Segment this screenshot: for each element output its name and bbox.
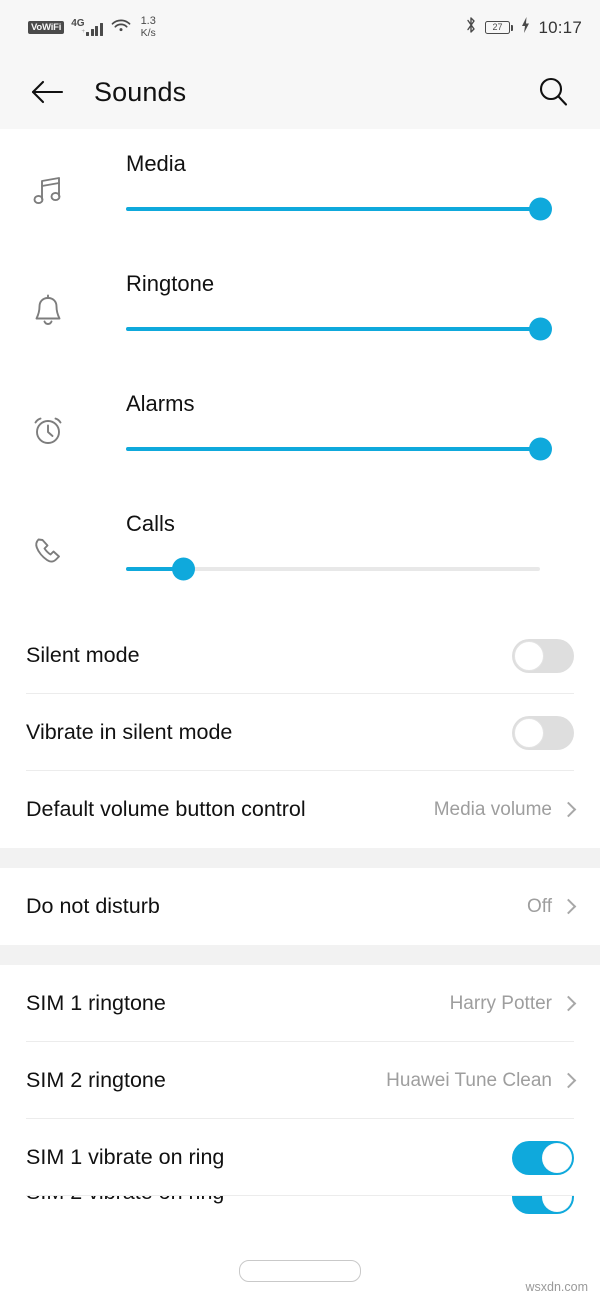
bell-icon [26,289,70,333]
battery-indicator: 27 [484,21,514,34]
volume-row-alarms: Alarms [0,377,600,497]
charging-bolt-icon [521,17,530,38]
signal-bars-icon [86,22,103,36]
battery-body: 27 [484,21,510,34]
row-label: SIM 2 vibrate on ring [26,1196,512,1205]
toggle-knob [542,1196,572,1212]
slider-fill [126,327,540,331]
row-label: Vibrate in silent mode [26,720,233,744]
network-type-label: 4G [71,18,85,29]
status-bar-left: VoWiFi 4G + 1.3 K/s [28,14,156,39]
row-label: SIM 2 ringtone [26,1068,166,1092]
row-silent-mode[interactable]: Silent mode [0,617,600,694]
slider-thumb[interactable] [172,557,196,581]
data-speed-unit: K/s [140,26,156,39]
silent-mode-toggle[interactable] [512,638,574,673]
status-bar-clock: 10:17 [538,17,582,37]
slider-thumb[interactable] [528,317,552,341]
slider-thumb[interactable] [528,437,552,461]
toggle-knob [514,640,544,671]
volume-row-media: Media [0,137,600,257]
back-arrow-icon[interactable] [26,71,68,113]
vowifi-badge: VoWiFi [28,21,65,34]
row-sim-1-ringtone[interactable]: SIM 1 ringtone Harry Potter [0,965,600,1042]
row-label: Silent mode [26,643,140,667]
slider-fill [126,207,540,211]
volume-slider-calls[interactable] [126,557,540,581]
row-vibrate-in-silent-mode[interactable]: Vibrate in silent mode [0,694,600,771]
section-gap [0,848,600,868]
section-gap [0,945,600,965]
volume-row-calls: Calls [0,497,600,617]
row-label: Default volume button control [26,797,306,821]
row-do-not-disturb[interactable]: Do not disturb Off [0,868,600,945]
music-note-icon [26,169,70,213]
battery-percent-label: 27 [492,22,503,32]
row-sim-2-ringtone[interactable]: SIM 2 ringtone Huawei Tune Clean [0,1042,600,1119]
sim-2-vibrate-on-ring-toggle[interactable] [512,1196,574,1214]
volume-slider-alarms[interactable] [126,437,552,461]
volume-sliders-area: Media Ringtone Alarms Calls [0,129,600,617]
volume-label-media: Media [126,151,186,176]
row-default-volume-button-control[interactable]: Default volume button control Media volu… [0,771,600,848]
navigation-bar [0,1242,600,1300]
toggle-knob [542,1142,572,1173]
volume-slider-ringtone[interactable] [126,317,552,341]
row-value: Harry Potter [449,992,552,1014]
row-value: Huawei Tune Clean [386,1069,552,1091]
data-speed-indicator: 1.3 K/s [140,14,156,39]
settings-section-dnd: Do not disturb Off [0,868,600,945]
chevron-right-icon [562,897,574,917]
slider-fill [126,447,540,451]
mobile-network-indicator: 4G + [71,18,103,36]
row-label: SIM 1 vibrate on ring [26,1145,225,1169]
row-sim-2-vibrate-on-ring[interactable]: SIM 2 vibrate on ring [0,1196,600,1236]
volume-label-calls: Calls [126,511,175,536]
chevron-right-icon [562,994,574,1014]
network-plus-label: + [81,29,86,35]
watermark: wsxdn.com [525,1280,588,1294]
home-pill-icon[interactable] [239,1260,361,1282]
bluetooth-icon [465,16,477,39]
settings-section-general: Silent mode Vibrate in silent mode Defau… [0,617,600,848]
settings-section-sim: SIM 1 ringtone Harry Potter SIM 2 ringto… [0,965,600,1236]
app-bar: Sounds [0,55,600,129]
status-bar: VoWiFi 4G + 1.3 K/s 27 10:17 [0,0,600,55]
chevron-right-icon [562,800,574,820]
row-value: Off [527,895,552,917]
volume-label-alarms: Alarms [126,391,195,416]
row-label: SIM 1 ringtone [26,991,166,1015]
volume-slider-media[interactable] [126,197,552,221]
volume-row-ringtone: Ringtone [0,257,600,377]
data-speed-value: 1.3 [140,14,156,27]
search-icon[interactable] [532,71,574,113]
toggle-knob [514,717,544,748]
phone-icon [26,529,70,573]
sim-1-vibrate-on-ring-toggle[interactable] [512,1140,574,1175]
phone-screen: VoWiFi 4G + 1.3 K/s 27 10:17 Sounds Medi… [0,0,600,1300]
status-bar-right: 27 10:17 [465,16,582,39]
chevron-right-icon [562,1071,574,1091]
row-value: Media volume [433,798,552,820]
battery-cap [510,24,514,31]
volume-label-ringtone: Ringtone [126,271,215,296]
wifi-icon [110,17,132,38]
slider-thumb[interactable] [528,197,552,221]
alarm-clock-icon [26,409,70,453]
vibrate-in-silent-mode-toggle[interactable] [512,715,574,750]
page-title: Sounds [94,76,187,107]
row-label: Do not disturb [26,894,160,918]
row-sim-1-vibrate-on-ring[interactable]: SIM 1 vibrate on ring [0,1119,600,1196]
